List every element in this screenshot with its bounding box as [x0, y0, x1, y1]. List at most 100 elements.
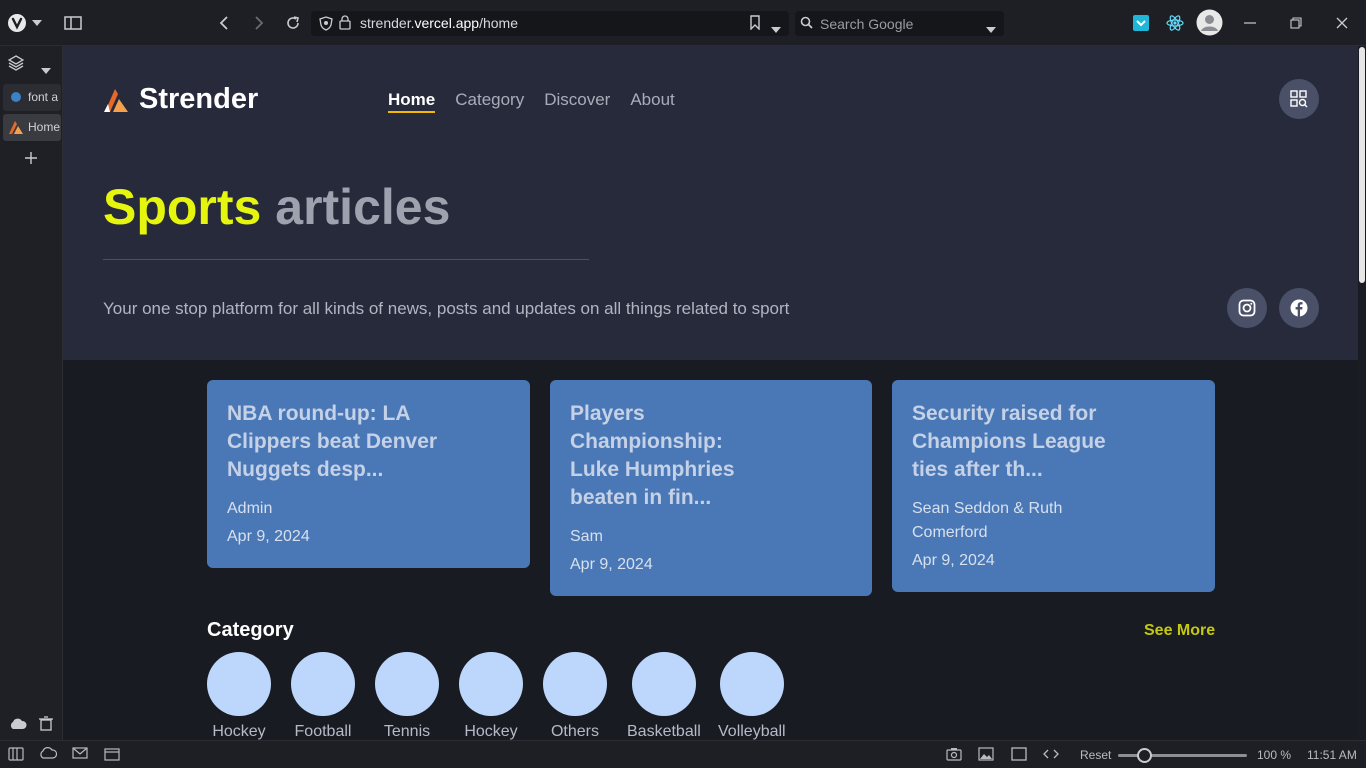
tab-font[interactable]: font a: [3, 84, 61, 111]
reload-icon[interactable]: [282, 12, 304, 34]
article-author: Sean Seddon & Ruth Comerford: [912, 500, 1063, 541]
category-image: [459, 652, 523, 716]
restore-icon[interactable]: [1285, 12, 1307, 34]
trash-icon[interactable]: [39, 716, 53, 736]
hero-subtitle: Your one stop platform for all kinds of …: [103, 299, 790, 318]
status-bar: Reset 100 % 11:51 AM: [0, 740, 1366, 768]
category-item-basketball[interactable]: Basketball: [627, 652, 701, 740]
profile-avatar-icon[interactable]: [1196, 9, 1223, 36]
article-card[interactable]: Players Championship: Luke Humphries bea…: [550, 380, 872, 596]
category-label: Others: [550, 723, 599, 740]
nav-category[interactable]: Category: [455, 90, 524, 113]
zoom-slider-handle[interactable]: [1137, 748, 1152, 763]
category-item-others[interactable]: Others: [543, 652, 607, 740]
sync-cloud-icon[interactable]: [39, 747, 58, 763]
logo-text: Strender: [139, 83, 259, 115]
window-icon[interactable]: [1011, 747, 1027, 763]
instagram-icon: [1238, 299, 1256, 317]
category-item-football[interactable]: Football: [291, 652, 355, 740]
web-page: Strender Home Category Discover About Sp…: [63, 46, 1358, 740]
category-heading: Category: [207, 619, 294, 641]
category-item-tennis[interactable]: Tennis: [375, 652, 439, 740]
page-title: Sports articles: [103, 179, 451, 235]
nav-about[interactable]: About: [630, 90, 674, 113]
globe-icon: [10, 91, 22, 106]
clock: 11:51 AM: [1307, 748, 1357, 762]
hero-section: Strender Home Category Discover About Sp…: [63, 46, 1358, 360]
tab-sidebar: font a Home: [0, 46, 63, 740]
strender-logo-icon: [104, 88, 128, 112]
facebook-button[interactable]: [1279, 288, 1319, 328]
camera-icon[interactable]: [946, 747, 962, 763]
chevron-down-icon[interactable]: [30, 12, 44, 34]
zoom-reset-button[interactable]: Reset: [1080, 748, 1111, 762]
code-icon[interactable]: [1043, 747, 1059, 763]
search-grid-button[interactable]: [1279, 79, 1319, 119]
see-more-link[interactable]: See More: [1144, 622, 1215, 640]
category-image: [207, 652, 271, 716]
bookmark-icon[interactable]: [749, 15, 761, 33]
zoom-slider[interactable]: [1118, 748, 1247, 763]
category-image: [719, 652, 784, 716]
tab-stack-icon[interactable]: [7, 55, 25, 76]
scrollbar-thumb[interactable]: [1359, 47, 1365, 283]
article-card[interactable]: NBA round-up: LA Clippers beat Denver Nu…: [207, 380, 530, 568]
react-devtools-icon[interactable]: [1164, 12, 1186, 34]
image-icon[interactable]: [978, 747, 994, 763]
category-label: Volleyball: [718, 723, 786, 740]
category-label: Hockey: [464, 723, 518, 740]
mail-icon[interactable]: [72, 747, 88, 763]
forward-icon[interactable]: [248, 12, 270, 34]
grid-search-icon: [1290, 90, 1308, 108]
article-date: Apr 9, 2024: [227, 528, 310, 545]
cloud-icon[interactable]: [9, 717, 27, 735]
category-label: Tennis: [383, 723, 431, 740]
category-label: Basketball: [627, 723, 701, 740]
instagram-button[interactable]: [1227, 288, 1267, 328]
calendar-icon[interactable]: [104, 747, 120, 763]
vivaldi-menu-icon[interactable]: [6, 12, 28, 34]
address-bar[interactable]: strender.vercel.app/home: [311, 11, 789, 36]
category-item-volleyball[interactable]: Volleyball: [718, 652, 786, 740]
back-icon[interactable]: [213, 12, 235, 34]
category-item-hockey[interactable]: Hockey: [207, 652, 271, 740]
category-item-hockey-2[interactable]: Hockey: [459, 652, 523, 740]
article-title[interactable]: Security raised for Champions League tie…: [912, 400, 1112, 484]
divider: [103, 259, 589, 260]
article-author: Admin: [227, 500, 273, 517]
category-image: [375, 652, 439, 716]
main-nav: Home Category Discover About: [388, 90, 675, 113]
search-field[interactable]: Search Google: [795, 11, 1004, 36]
close-icon[interactable]: [1331, 12, 1353, 34]
nav-discover[interactable]: Discover: [544, 90, 610, 113]
site-logo[interactable]: Strender: [103, 83, 258, 116]
category-image: [631, 652, 696, 716]
category-image: [291, 652, 355, 716]
url-text: strender.vercel.app/home: [360, 15, 518, 31]
minimize-icon[interactable]: [1239, 12, 1261, 34]
chevron-down-icon[interactable]: [41, 61, 51, 79]
browser-toolbar: strender.vercel.app/home Search Google: [0, 0, 1366, 46]
facebook-icon: [1290, 299, 1308, 317]
panel-icon[interactable]: [8, 747, 24, 763]
shield-icon[interactable]: [319, 16, 333, 34]
article-date: Apr 9, 2024: [912, 552, 995, 569]
chevron-down-icon[interactable]: [771, 20, 781, 36]
search-icon: [800, 16, 815, 33]
new-tab-icon[interactable]: [24, 151, 38, 170]
category-label: Hockey: [212, 723, 266, 740]
article-author: Sam: [570, 528, 603, 545]
article-card[interactable]: Security raised for Champions League tie…: [892, 380, 1215, 592]
category-label: Football: [294, 723, 352, 740]
article-date: Apr 9, 2024: [570, 556, 653, 573]
tab-home[interactable]: Home: [3, 114, 61, 141]
nav-home[interactable]: Home: [388, 90, 436, 113]
article-title[interactable]: Players Championship: Luke Humphries bea…: [570, 400, 770, 512]
strender-logo-icon: [8, 120, 24, 138]
panel-toggle-icon[interactable]: [62, 12, 84, 34]
zoom-level: 100 %: [1257, 748, 1292, 762]
lock-icon[interactable]: [339, 15, 351, 33]
extension-icon[interactable]: [1130, 12, 1152, 34]
chevron-down-icon[interactable]: [986, 20, 996, 36]
article-title[interactable]: NBA round-up: LA Clippers beat Denver Nu…: [227, 400, 447, 484]
